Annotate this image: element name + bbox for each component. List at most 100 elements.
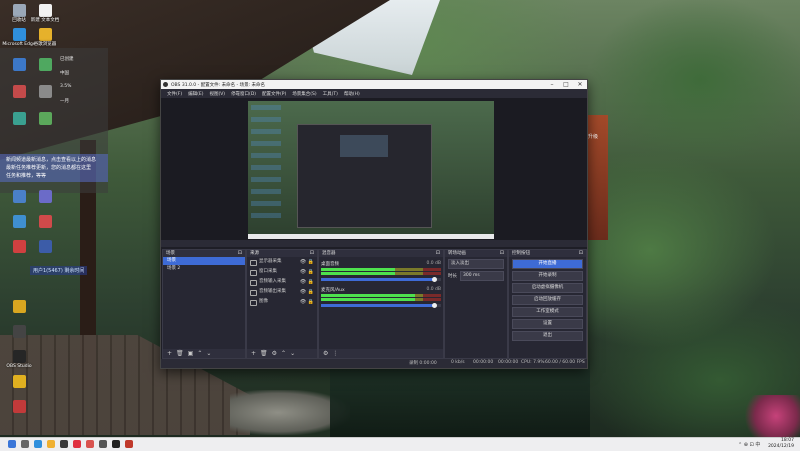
menu-view[interactable]: 视图(V) (209, 91, 225, 97)
start-replay-buffer-button[interactable]: 启动回放缓存 (512, 295, 583, 305)
start-virtual-camera-button[interactable]: 启动虚拟摄像机 (512, 283, 583, 293)
source-item[interactable]: 音频输出采集 👁 🔒 (247, 287, 317, 297)
preview-nested-desktop (248, 101, 494, 239)
menu-profile[interactable]: 配置文件(P) (262, 91, 286, 97)
obs-window[interactable]: OBS 31.0.0 - 配置文件: 未命名 - 场景: 未命名 – □ ✕ 文… (160, 79, 588, 369)
studio-mode-button[interactable]: 工作室模式 (512, 307, 583, 317)
filter-icon[interactable]: ▣ (188, 350, 194, 357)
duration-input[interactable]: 300 ms (460, 271, 504, 281)
taskbar-app-icon[interactable] (125, 440, 133, 448)
mixer-settings-icon[interactable]: ⚙ (323, 350, 328, 357)
visibility-lock-icons[interactable]: 👁 🔒 (300, 277, 314, 287)
start-streaming-button[interactable]: 开始直播 (512, 259, 583, 269)
scene-item[interactable]: 场景 (163, 257, 245, 265)
desktop-icon[interactable] (6, 325, 32, 339)
slider-knob[interactable] (432, 277, 437, 282)
source-item[interactable]: 图像 👁 🔒 (247, 297, 317, 307)
menu-file[interactable]: 文件(F) (167, 91, 182, 97)
news-notification[interactable]: 新闻频道最新消息，点击查看以上的消息 最新任务推荐更新，您的消息都在这里 任务和… (0, 154, 108, 182)
menu-docks[interactable]: 停靠窗口(D) (231, 91, 256, 97)
volume-slider[interactable] (321, 303, 441, 308)
scenes-dock: 场景 ⊡ 场景 场景 2 + 🗑 ▣ ⌃ ⌄ (162, 249, 246, 359)
taskbar-app-icon[interactable] (86, 440, 94, 448)
app-icon (38, 190, 52, 203)
dock-menu-icon[interactable]: ⊡ (579, 250, 583, 257)
maximize-button[interactable]: □ (559, 80, 573, 89)
preview-canvas[interactable] (161, 98, 587, 240)
mixer-menu-icon[interactable]: ⋮ (332, 350, 338, 357)
settings-button[interactable]: 设置 (512, 319, 583, 329)
desktop-icon[interactable] (32, 85, 58, 99)
move-up-icon[interactable]: ⌃ (197, 350, 202, 357)
source-item[interactable]: 显示器采集 👁 🔒 (247, 257, 317, 267)
taskbar-app-icon[interactable] (34, 440, 42, 448)
desktop-icon[interactable] (6, 85, 32, 99)
menu-edit[interactable]: 编辑(E) (188, 91, 203, 97)
desktop-icon[interactable]: 谷歌浏览器 (32, 28, 58, 47)
close-button[interactable]: ✕ (573, 80, 587, 89)
start-recording-button[interactable]: 开始录制 (512, 271, 583, 281)
dock-menu-icon[interactable]: ⊡ (238, 250, 242, 257)
system-tray[interactable]: ⌃ ⊕ ⊡ 中 (738, 441, 760, 448)
dock-menu-icon[interactable]: ⊡ (310, 250, 314, 257)
taskbar-app-icon[interactable] (60, 440, 68, 448)
menu-help[interactable]: 帮助(H) (344, 91, 360, 97)
desktop-icon[interactable] (6, 58, 32, 72)
volume-slider[interactable] (321, 277, 441, 282)
move-down-icon[interactable]: ⌄ (206, 350, 211, 357)
taskbar-app-icon[interactable] (47, 440, 55, 448)
desktop-icon[interactable] (6, 112, 32, 126)
desktop-icon[interactable] (6, 215, 32, 229)
exit-button[interactable]: 退出 (512, 331, 583, 341)
visibility-lock-icons[interactable]: 👁 🔒 (300, 267, 314, 277)
desktop-icon[interactable] (32, 215, 58, 229)
source-type-icon (250, 290, 257, 296)
source-item[interactable]: 音频输入采集 👁 🔒 (247, 277, 317, 287)
desktop-icon[interactable] (32, 112, 58, 126)
move-up-icon[interactable]: ⌃ (281, 350, 286, 357)
transitions-header: 转场动画 ⊡ (445, 250, 507, 257)
add-scene-icon[interactable]: + (167, 350, 172, 357)
title-bar[interactable]: OBS 31.0.0 - 配置文件: 未命名 - 场景: 未命名 – □ ✕ (161, 80, 587, 89)
settings-icon[interactable]: ⚙ (272, 350, 277, 357)
background-app-window[interactable]: 升级 (585, 115, 608, 240)
desktop-icon[interactable] (6, 375, 32, 389)
taskbar-app-icon[interactable] (99, 440, 107, 448)
visibility-lock-icons[interactable]: 👁 🔒 (300, 297, 314, 307)
desktop-icon[interactable]: Microsoft Edge (2, 28, 36, 47)
taskbar-app-icon[interactable] (21, 440, 29, 448)
visibility-lock-icons[interactable]: 👁 🔒 (300, 257, 314, 267)
clock[interactable]: 18:07 2024/12/19 (768, 438, 794, 450)
scene-item[interactable]: 场景 2 (163, 265, 245, 273)
controls-header: 控制按钮 ⊡ (509, 250, 586, 257)
taskbar-app-icon[interactable] (8, 440, 16, 448)
desktop-icon[interactable]: 回收站 (6, 4, 32, 23)
visibility-lock-icons[interactable]: 👁 🔒 (300, 287, 314, 297)
desktop-icon[interactable] (32, 190, 58, 204)
remove-scene-icon[interactable]: 🗑 (176, 350, 184, 357)
slider-knob[interactable] (432, 303, 437, 308)
taskbar-app-icon[interactable] (73, 440, 81, 448)
user-link[interactable]: 用户1(5467) 剩余时间 (30, 266, 88, 275)
desktop-icon[interactable]: 新建 文本文档 (31, 4, 59, 23)
desktop-icon[interactable]: OBS Studio (6, 350, 32, 369)
desktop-icon[interactable] (6, 400, 32, 414)
source-item[interactable]: 窗口采集 👁 🔒 (247, 267, 317, 277)
desktop-icon[interactable] (6, 190, 32, 204)
menu-scene-collection[interactable]: 场景集合(S) (292, 91, 316, 97)
desktop-icon[interactable] (6, 300, 32, 314)
desktop-icon[interactable] (32, 58, 58, 72)
desktop-icon[interactable] (6, 240, 32, 254)
taskbar-app-icon[interactable] (112, 440, 120, 448)
menu-tools[interactable]: 工具(T) (323, 91, 338, 97)
desktop-icon[interactable] (32, 240, 58, 254)
dock-menu-icon[interactable]: ⊡ (436, 250, 440, 257)
nested-taskbar (248, 234, 494, 239)
remove-source-icon[interactable]: 🗑 (260, 350, 268, 357)
minimize-button[interactable]: – (545, 80, 559, 89)
move-down-icon[interactable]: ⌄ (290, 350, 295, 357)
dock-menu-icon[interactable]: ⊡ (500, 250, 504, 257)
cpu-status: CPU: 7.9% (521, 360, 545, 365)
add-source-icon[interactable]: + (251, 350, 256, 357)
transition-type-select[interactable]: 淡入淡出 (448, 259, 504, 269)
